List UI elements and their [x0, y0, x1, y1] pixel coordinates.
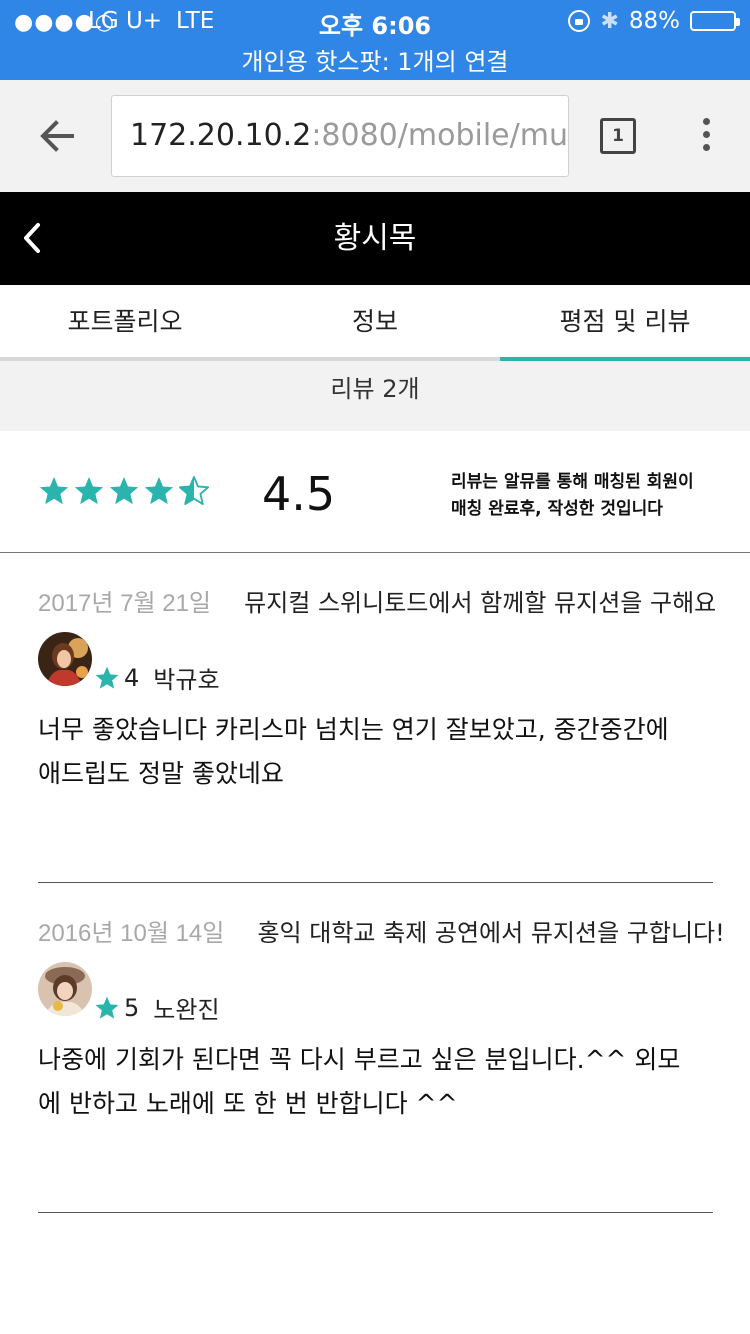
status-bar: ●●●●○ LG U+ LTE 오후 6:06 ✱ 88% 개인용 핫스팟: 1…: [0, 0, 750, 80]
review-score: 4: [124, 663, 140, 692]
review-date: 2016년 10월 14일: [38, 920, 225, 947]
review-count: 리뷰 2개: [0, 361, 750, 431]
star-icon: [95, 996, 119, 1019]
app-header: 황시목: [0, 192, 750, 285]
review-body-line: 애드립도 정말 좋았네요: [38, 759, 284, 788]
status-right-group: ✱ 88%: [568, 8, 740, 34]
tab-portfolio[interactable]: 포트폴리오: [0, 285, 250, 361]
reviewer-name[interactable]: 노완진: [153, 990, 219, 1025]
reviewer-avatar[interactable]: [38, 962, 92, 1016]
star-icon: [95, 666, 119, 689]
browser-toolbar: 172.20.10.2:8080/mobile/mus 1: [0, 80, 750, 192]
rating-summary: 4.5 리뷰는 알뮤를 통해 매칭된 회원이 매칭 완료후, 작성한 것입니다: [0, 431, 750, 553]
rating-stars: [38, 475, 210, 507]
bluetooth-icon: ✱: [600, 8, 619, 34]
review-date: 2017년 7월 21일: [38, 590, 212, 617]
rating-note-line: 매칭 완료후, 작성한 것입니다: [451, 499, 663, 519]
tab-switcher-icon[interactable]: 1: [600, 118, 636, 154]
tab-bar: 포트폴리오 정보 평점 및 리뷰: [0, 285, 750, 361]
review-header: 2017년 7월 21일 뮤지컬 스위니토드에서 함께할 뮤지션을 구해요: [38, 583, 738, 618]
star-full-icon: [39, 477, 69, 505]
battery-percent: 88%: [628, 8, 680, 34]
reviewer-avatar[interactable]: [38, 632, 92, 686]
tab-ratings-reviews[interactable]: 평점 및 리뷰: [500, 285, 750, 361]
page-title: 황시목: [333, 221, 417, 256]
review-body: 나중에 기회가 된다면 꼭 다시 부르고 싶은 분입니다.^^ 외모 에 반하고…: [38, 1038, 713, 1126]
review-body-line: 에 반하고 노래에 또 한 번 반합니다 ^^: [38, 1089, 458, 1118]
rotation-lock-icon: [568, 10, 591, 32]
reviewer-score-line: 4 박규호: [94, 660, 220, 695]
rating-note-line: 리뷰는 알뮤를 통해 매칭된 회원이: [451, 472, 694, 492]
review-body-line: 나중에 기회가 된다면 꼭 다시 부르고 싶은 분입니다.^^ 외모: [38, 1045, 681, 1074]
status-row: ●●●●○ LG U+ LTE 오후 6:06 ✱ 88%: [0, 6, 750, 40]
hotspot-banner[interactable]: 개인용 핫스팟: 1개의 연결: [0, 42, 750, 77]
battery-icon: [690, 11, 740, 31]
star-full-icon: [144, 477, 174, 505]
browser-back-arrow-icon[interactable]: [36, 114, 80, 158]
star-full-icon: [74, 477, 104, 505]
overflow-menu-icon[interactable]: [700, 118, 712, 154]
rating-value: 4.5: [262, 467, 336, 521]
star-full-icon: [109, 477, 139, 505]
rating-note: 리뷰는 알뮤를 통해 매칭된 회원이 매칭 완료후, 작성한 것입니다: [451, 469, 694, 523]
review-project-title[interactable]: 홍익 대학교 축제 공연에서 뮤지션을 구합니다!: [257, 919, 724, 947]
review-item: 2016년 10월 14일 홍익 대학교 축제 공연에서 뮤지션을 구합니다! …: [38, 883, 725, 1213]
review-item: 2017년 7월 21일 뮤지컬 스위니토드에서 함께할 뮤지션을 구해요 4 …: [38, 553, 716, 883]
tab-info[interactable]: 정보: [250, 285, 500, 361]
review-header: 2016년 10월 14일 홍익 대학교 축제 공연에서 뮤지션을 구합니다!: [38, 913, 738, 948]
reviewer-score-line: 5 노완진: [94, 990, 220, 1025]
review-score: 5: [124, 993, 140, 1022]
review-body: 너무 좋았습니다 카리스마 넘치는 연기 잘보았고, 중간중간에 애드립도 정말…: [38, 708, 713, 796]
url-host: 172.20.10.2: [130, 118, 312, 153]
review-project-title[interactable]: 뮤지컬 스위니토드에서 함께할 뮤지션을 구해요: [244, 589, 716, 617]
star-half-icon: [178, 476, 210, 505]
reviewer-name[interactable]: 박규호: [153, 660, 219, 695]
url-path: :8080/mobile/mus: [311, 118, 569, 153]
address-bar[interactable]: 172.20.10.2:8080/mobile/mus: [111, 95, 569, 177]
review-body-line: 너무 좋았습니다 카리스마 넘치는 연기 잘보았고, 중간중간에: [38, 715, 669, 744]
